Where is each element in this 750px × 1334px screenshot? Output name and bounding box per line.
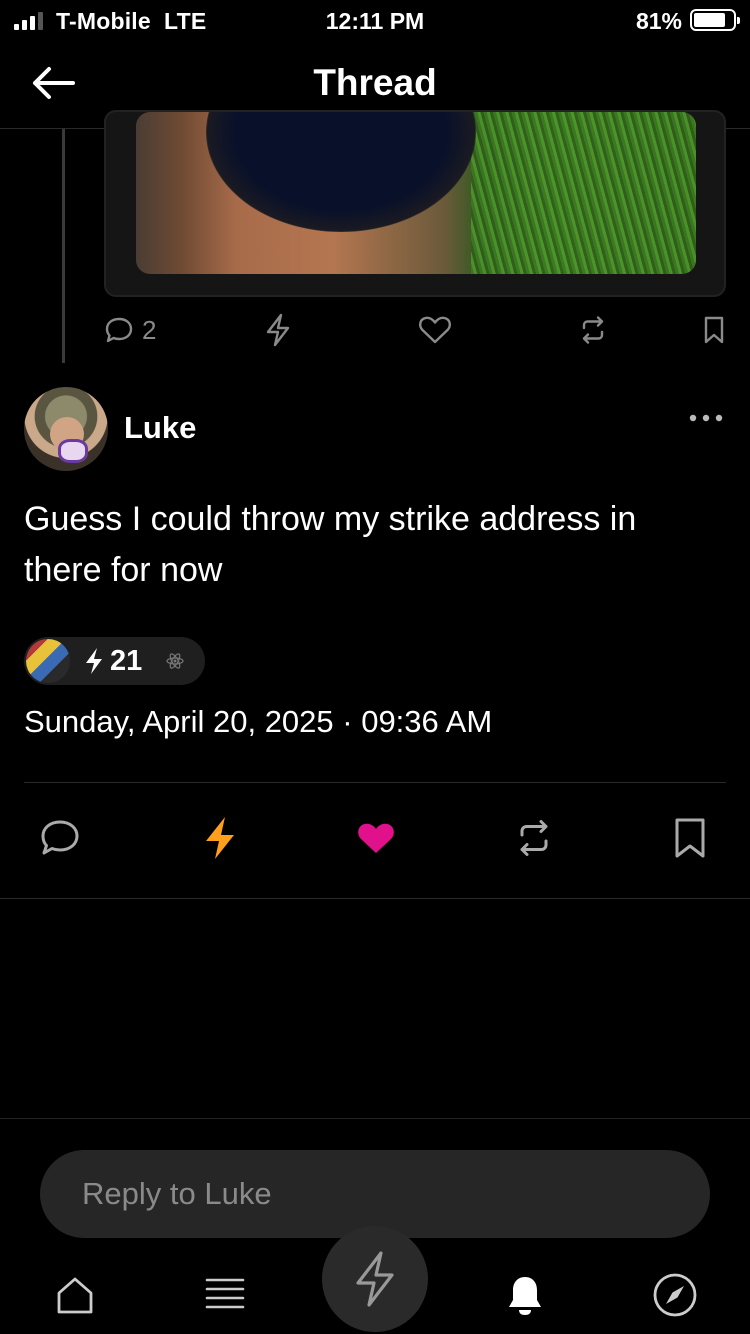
zap-icon <box>266 313 290 347</box>
reply-button[interactable] <box>30 808 90 868</box>
home-icon <box>57 1277 93 1314</box>
zap-button[interactable] <box>190 808 250 868</box>
parent-post-media-card[interactable] <box>104 110 726 297</box>
post-actions <box>0 808 750 868</box>
parent-post-image[interactable] <box>136 112 696 274</box>
atom-icon <box>166 653 184 669</box>
author-name[interactable]: Luke <box>124 410 196 446</box>
reply-input[interactable] <box>40 1150 710 1238</box>
parent-like-button[interactable] <box>418 308 452 352</box>
divider <box>0 1118 750 1119</box>
post-timestamp: Sunday, April 20, 2025 · 09:36 AM <box>24 704 493 739</box>
heart-icon <box>419 316 451 344</box>
parent-post-actions: 2 <box>104 308 730 352</box>
feed-icon <box>205 1278 245 1309</box>
repost-icon <box>582 316 604 344</box>
page-title: Thread <box>313 62 437 103</box>
reply-icon <box>105 317 133 343</box>
zap-icon <box>86 648 102 674</box>
repost-icon <box>520 820 548 856</box>
reply-count: 2 <box>142 314 157 345</box>
like-button[interactable] <box>346 808 406 868</box>
divider <box>24 782 726 783</box>
parent-zap-button[interactable] <box>264 308 292 352</box>
parent-reply-button[interactable]: 2 <box>104 308 156 352</box>
tab-zap[interactable] <box>322 1226 428 1332</box>
avatar[interactable] <box>24 387 108 471</box>
zap-icon <box>356 1251 394 1307</box>
zap-amount: 21 <box>110 645 143 677</box>
status-bar: T-Mobile LTE 12:11 PM 81% <box>0 0 750 40</box>
post-body: Guess I could throw my strike address in… <box>24 500 637 589</box>
bookmark-icon <box>675 818 705 858</box>
tab-home[interactable] <box>50 1270 100 1320</box>
compass-icon <box>653 1273 697 1317</box>
parent-bookmark-button[interactable] <box>702 308 726 352</box>
battery-percent: 81% <box>635 8 682 34</box>
bookmark-icon <box>704 316 724 344</box>
heart-icon <box>358 823 394 853</box>
bell-icon <box>509 1277 541 1315</box>
ellipsis-icon <box>689 414 723 422</box>
zap-summary-pill[interactable]: 21 <box>24 637 205 685</box>
battery-icon <box>690 9 740 31</box>
bookmark-button[interactable] <box>660 808 720 868</box>
thread-connector-line <box>62 129 65 363</box>
parent-repost-button[interactable] <box>578 308 608 352</box>
divider <box>0 898 750 899</box>
more-options-button[interactable] <box>684 400 728 436</box>
tab-feed[interactable] <box>200 1270 250 1320</box>
tab-explore[interactable] <box>650 1270 700 1320</box>
tab-notifications[interactable] <box>500 1270 550 1320</box>
tab-bar <box>0 1226 750 1334</box>
zapper-avatar <box>26 639 70 683</box>
repost-button[interactable] <box>504 808 564 868</box>
reply-icon <box>41 820 79 855</box>
zap-icon <box>206 817 234 859</box>
